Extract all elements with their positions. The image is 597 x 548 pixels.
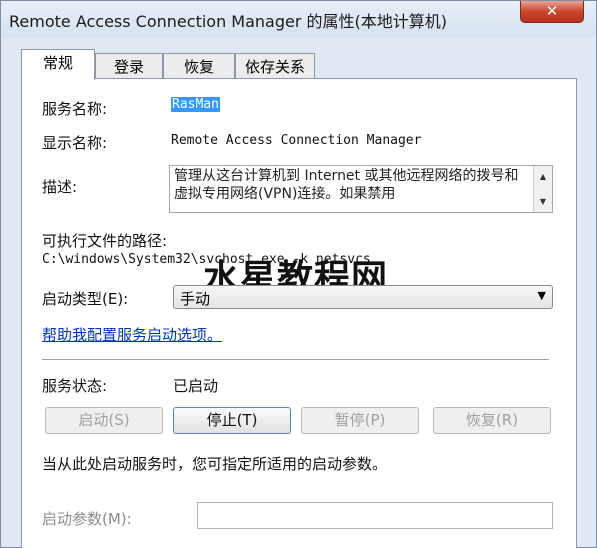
service-status-label: 服务状态: <box>42 377 108 395</box>
display-name-value[interactable]: Remote Access Connection Manager <box>171 133 421 148</box>
start-params-label: 启动参数(M): <box>42 510 132 528</box>
tab-recovery[interactable]: 恢复 <box>163 53 235 79</box>
title-bar[interactable]: Remote Access Connection Manager 的属性(本地计… <box>1 1 596 37</box>
display-name-label: 显示名称: <box>42 134 108 152</box>
description-box[interactable]: 管理从这台计算机到 Internet 或其他远程网络的拨号和虚拟专用网络(VPN… <box>169 165 553 213</box>
tab-dependencies[interactable]: 依存关系 <box>235 53 315 79</box>
startup-type-select[interactable]: 手动 ▼ <box>173 285 553 309</box>
description-text: 管理从这台计算机到 Internet 或其他远程网络的拨号和虚拟专用网络(VPN… <box>174 168 519 202</box>
tab-general[interactable]: 常规 <box>21 49 95 80</box>
help-link[interactable]: 帮助我配置服务启动选项。 <box>42 324 222 345</box>
close-icon: ✕ <box>545 2 559 20</box>
start-params-input[interactable] <box>197 502 553 529</box>
scroll-up-icon[interactable]: ▲ <box>534 170 552 184</box>
description-scrollbar[interactable]: ▲ ▼ <box>533 166 552 212</box>
start-params-hint: 当从此处启动服务时，您可指定所适用的启动参数。 <box>42 455 388 473</box>
service-name-value[interactable]: RasMan <box>171 97 220 112</box>
startup-type-value: 手动 <box>180 290 211 308</box>
pause-button[interactable]: 暂停(P) <box>301 407 419 434</box>
description-label: 描述: <box>42 178 78 196</box>
start-button[interactable]: 启动(S) <box>45 407 163 434</box>
divider <box>42 359 549 361</box>
chevron-down-icon: ▼ <box>537 289 546 302</box>
scroll-down-icon[interactable]: ▼ <box>534 195 552 209</box>
startup-type-label: 启动类型(E): <box>42 290 129 308</box>
stop-button[interactable]: 停止(T) <box>173 407 291 434</box>
close-button[interactable]: ✕ <box>520 1 584 23</box>
service-name-label: 服务名称: <box>42 100 108 118</box>
tab-logon[interactable]: 登录 <box>95 53 163 79</box>
window-title: Remote Access Connection Manager 的属性(本地计… <box>9 12 448 31</box>
service-status-value: 已启动 <box>173 377 219 395</box>
exe-path-label: 可执行文件的路径: <box>42 232 168 250</box>
resume-button[interactable]: 恢复(R) <box>433 407 551 434</box>
properties-dialog: Remote Access Connection Manager 的属性(本地计… <box>0 0 597 548</box>
